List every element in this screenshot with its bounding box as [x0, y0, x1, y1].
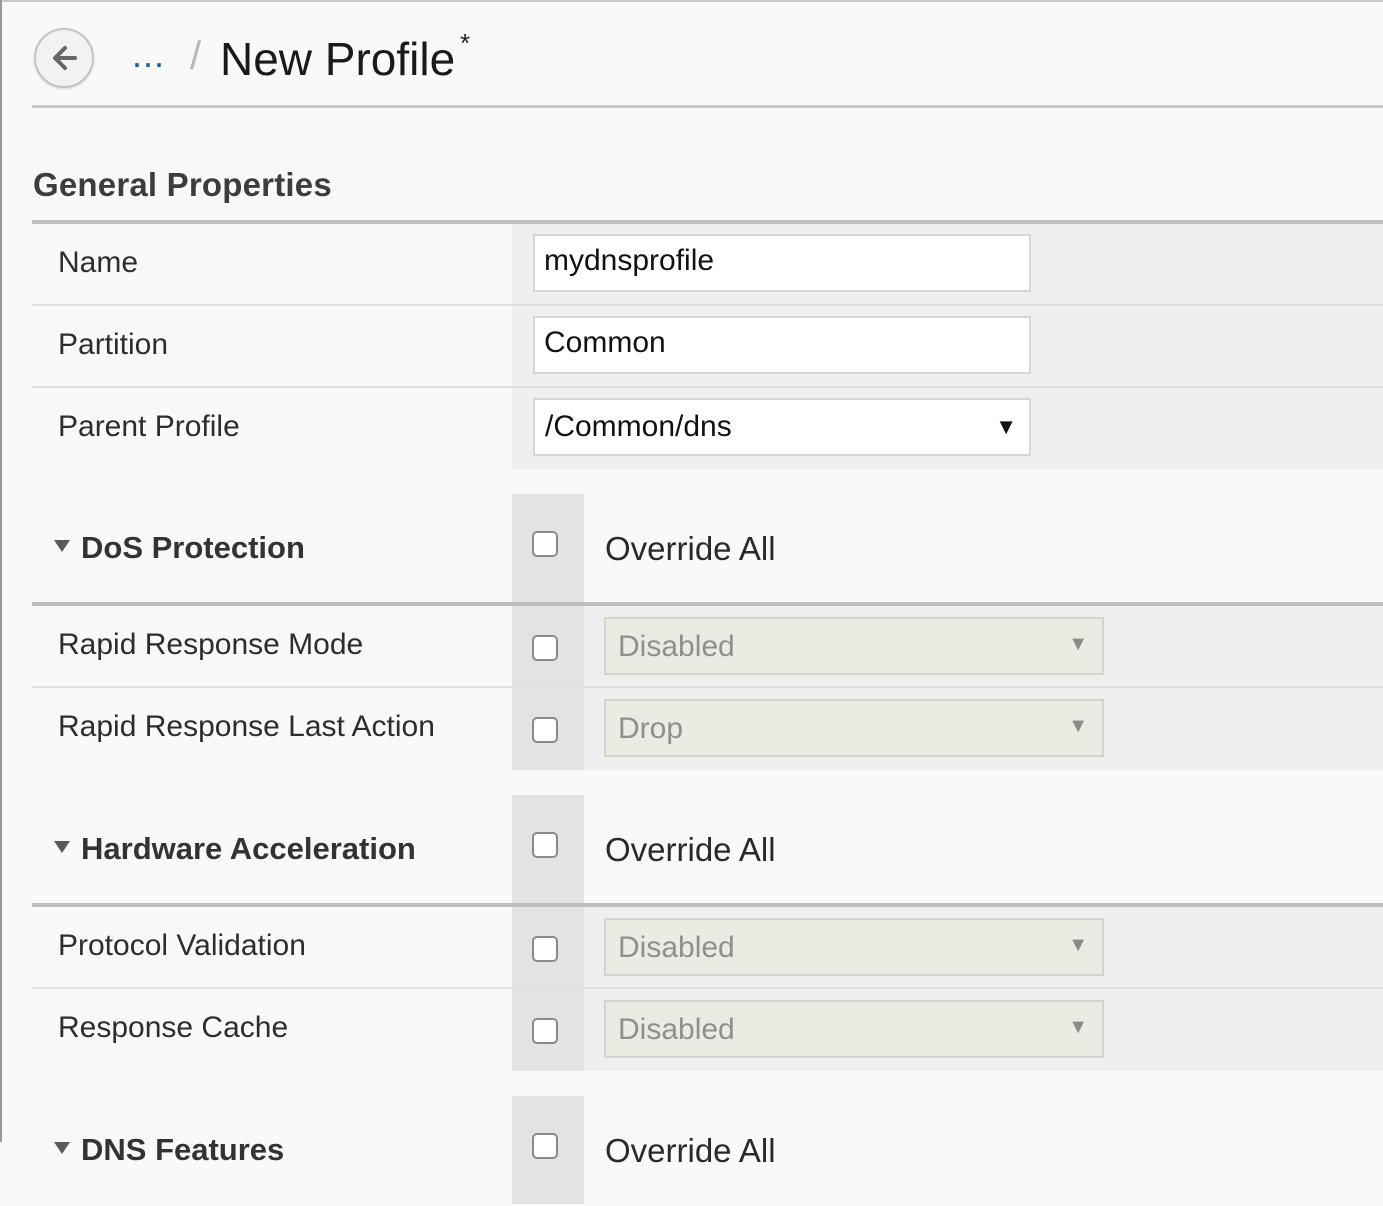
protocol-validation-value: Disabled [618, 931, 735, 964]
form-row-rapid-response-last-action: Rapid Response Last Action Drop ▼ [32, 688, 1383, 770]
group-header-dos-protection: DoS Protection Override All [32, 494, 1383, 606]
parent-profile-value-cell: /Common/dns ▼ [512, 388, 1383, 470]
collapse-triangle-icon[interactable] [54, 1142, 70, 1154]
rapid-response-last-action-value: Drop [618, 712, 684, 745]
form-row-protocol-validation: Protocol Validation Disabled ▼ [32, 907, 1383, 989]
protocol-validation-select: Disabled ▼ [604, 918, 1104, 976]
caret-down-icon: ▼ [1068, 715, 1088, 737]
window-left-border [0, 0, 2, 1142]
caret-down-icon: ▼ [1068, 1016, 1088, 1038]
hw-override-all-label: Override All [605, 831, 776, 868]
form-row-partition: Partition Common [32, 306, 1383, 388]
rapid-response-mode-override-checkbox[interactable] [532, 635, 558, 661]
rapid-response-mode-value: Disabled [618, 630, 735, 663]
rapid-response-mode-label: Rapid Response Mode [58, 628, 364, 661]
parent-profile-select[interactable]: /Common/dns ▼ [533, 398, 1031, 456]
dns-override-all-label: Override All [605, 1132, 776, 1169]
protocol-validation-value-cell: Disabled ▼ [584, 907, 1383, 989]
name-label: Name [58, 246, 139, 279]
name-value-cell: mydnsprofile [512, 224, 1383, 306]
name-input[interactable]: mydnsprofile [533, 234, 1031, 292]
partition-input[interactable]: Common [533, 316, 1031, 374]
parent-profile-label: Parent Profile [58, 410, 240, 443]
back-button[interactable] [34, 28, 94, 88]
form-row-name: Name mydnsprofile [32, 224, 1383, 306]
group-header-hardware-acceleration: Hardware Acceleration Override All [32, 795, 1383, 907]
rapid-response-mode-value-cell: Disabled ▼ [584, 606, 1383, 688]
dos-protection-title[interactable]: DoS Protection [81, 530, 305, 566]
protocol-validation-label: Protocol Validation [58, 929, 306, 962]
checkbox-cell [512, 688, 584, 770]
parent-profile-selected-value: /Common/dns [545, 410, 732, 443]
arrow-left-icon [53, 46, 77, 70]
rapid-response-last-action-select: Drop ▼ [604, 699, 1104, 757]
rapid-response-last-action-value-cell: Drop ▼ [584, 688, 1383, 770]
checkbox-cell [512, 907, 584, 989]
collapse-triangle-icon[interactable] [54, 540, 70, 552]
response-cache-override-checkbox[interactable] [532, 1018, 558, 1044]
override-checkbox-cell [512, 1096, 584, 1204]
rapid-response-last-action-label: Rapid Response Last Action [58, 710, 435, 743]
section-title-general-properties: General Properties [33, 166, 332, 203]
caret-down-icon: ▼ [1068, 934, 1088, 956]
partition-value-cell: Common [512, 306, 1383, 388]
partition-label: Partition [58, 328, 169, 361]
protocol-validation-override-checkbox[interactable] [532, 936, 558, 962]
override-checkbox-cell [512, 494, 584, 602]
response-cache-value: Disabled [618, 1013, 735, 1046]
hw-override-all-checkbox[interactable] [532, 832, 558, 858]
caret-down-icon: ▼ [1068, 633, 1088, 655]
hardware-acceleration-title[interactable]: Hardware Acceleration [81, 831, 416, 867]
form-row-rapid-response-mode: Rapid Response Mode Disabled ▼ [32, 606, 1383, 688]
breadcrumb-ellipsis-link[interactable]: ... [132, 34, 165, 76]
response-cache-label: Response Cache [58, 1011, 289, 1044]
group-header-dns-features: DNS Features Override All [32, 1096, 1383, 1206]
page-header: ... / New Profile * [32, 2, 1383, 108]
response-cache-value-cell: Disabled ▼ [584, 989, 1383, 1071]
dos-override-all-checkbox[interactable] [532, 531, 558, 557]
dns-override-all-checkbox[interactable] [532, 1133, 558, 1159]
form-row-response-cache: Response Cache Disabled ▼ [32, 989, 1383, 1071]
override-checkbox-cell [512, 795, 584, 903]
form-row-parent-profile: Parent Profile /Common/dns ▼ [32, 388, 1383, 470]
dns-features-title[interactable]: DNS Features [81, 1132, 284, 1168]
unsaved-indicator: * [460, 28, 471, 58]
rapid-response-mode-select: Disabled ▼ [604, 617, 1104, 675]
response-cache-select: Disabled ▼ [604, 1000, 1104, 1058]
rapid-response-last-action-override-checkbox[interactable] [532, 717, 558, 743]
caret-down-icon: ▼ [995, 414, 1017, 439]
collapse-triangle-icon[interactable] [54, 841, 70, 853]
page-title: New Profile [220, 33, 456, 85]
checkbox-cell [512, 606, 584, 688]
breadcrumb-separator: / [190, 34, 202, 78]
dos-override-all-label: Override All [605, 530, 776, 567]
checkbox-cell [512, 989, 584, 1071]
